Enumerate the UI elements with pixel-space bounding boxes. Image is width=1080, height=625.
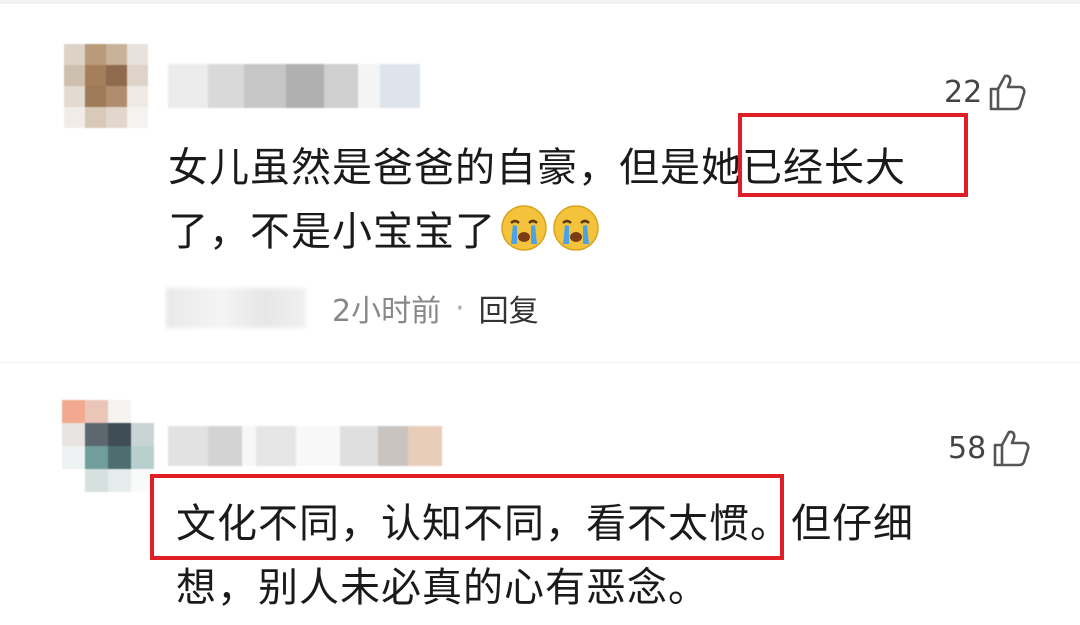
crying-face-icon	[552, 204, 600, 252]
like-count: 58	[948, 430, 987, 466]
location-blurred	[166, 288, 306, 328]
comment-line-1: 女儿虽然是爸爸的自豪，但是她已经长大	[168, 145, 906, 191]
like-count-group[interactable]: 22	[944, 72, 1026, 112]
thumbs-up-icon[interactable]	[988, 72, 1026, 112]
comment-meta: 2小时前 · 回复	[166, 286, 539, 330]
like-count-group[interactable]: 58	[948, 428, 1030, 468]
comment-body: 文化不同，认知不同，看不太惯。但仔细 想，别人未必真的心有恶念。	[176, 492, 914, 620]
crying-face-icon	[500, 204, 548, 252]
avatar-blurred[interactable]	[62, 400, 154, 492]
comment-item-2: 58 文化不同，认知不同，看不太惯。但仔细 想，别人未必真的心有恶念。	[0, 364, 1080, 625]
like-count: 22	[944, 74, 983, 110]
comment-item-1: 22 女儿虽然是爸爸的自豪，但是她已经长大 了，不是小宝宝了 2小时前 · 回复	[0, 0, 1080, 360]
comment-line-2-text: 了，不是小宝宝了	[168, 209, 496, 255]
timestamp: 2小时前	[332, 294, 442, 329]
username-blurred[interactable]	[168, 426, 442, 466]
comment-line-2: 想，别人未必真的心有恶念。	[176, 565, 709, 611]
comment-line-1: 文化不同，认知不同，看不太惯。但仔细	[176, 501, 914, 547]
comment-divider	[0, 362, 1080, 363]
comment-line-2: 了，不是小宝宝了	[168, 200, 906, 264]
meta-separator: ·	[455, 290, 465, 326]
thumbs-up-icon[interactable]	[992, 428, 1030, 468]
comment-body: 女儿虽然是爸爸的自豪，但是她已经长大 了，不是小宝宝了	[168, 136, 906, 264]
reply-button[interactable]: 回复	[479, 286, 539, 330]
username-blurred[interactable]	[168, 64, 420, 108]
avatar-blurred[interactable]	[64, 44, 148, 128]
